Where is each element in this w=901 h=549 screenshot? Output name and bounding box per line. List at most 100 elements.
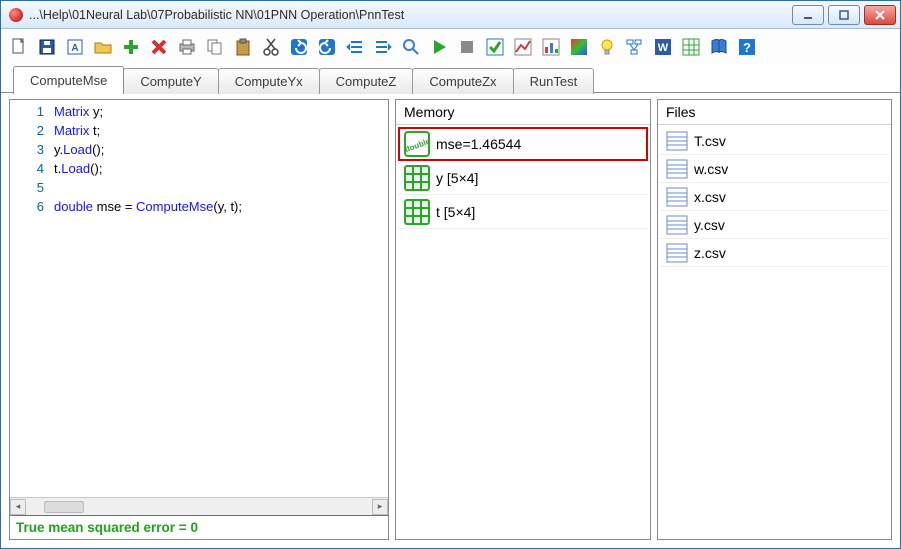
memory-item-label: t [5×4] (436, 204, 475, 220)
toolbar: A W? (1, 29, 900, 63)
save-all-button[interactable]: A (63, 35, 87, 59)
memory-list: double mse=1.46544 y [5×4] t [5×4] (396, 125, 650, 231)
file-item[interactable]: y.csv (660, 211, 889, 239)
memory-header: Memory (396, 100, 650, 125)
code-line: y.Load(); (54, 140, 388, 159)
file-icon (666, 215, 688, 235)
book-icon (709, 37, 729, 57)
memory-item[interactable]: y [5×4] (398, 161, 648, 195)
tab-computezx[interactable]: ComputeZx (412, 68, 513, 94)
stop-button[interactable] (455, 35, 479, 59)
scroll-right-arrow[interactable]: ▸ (372, 499, 388, 515)
copy-button[interactable] (203, 35, 227, 59)
matrix-icon (404, 165, 430, 191)
delete-icon (149, 37, 169, 57)
print-icon (177, 37, 197, 57)
tab-computez[interactable]: ComputeZ (319, 68, 414, 94)
tree-button[interactable] (623, 35, 647, 59)
line-number: 1 (10, 102, 44, 121)
line-number: 2 (10, 121, 44, 140)
paste-button[interactable] (231, 35, 255, 59)
bulb-icon (597, 37, 617, 57)
memory-pane: Memory double mse=1.46544 y [5×4] t [5×4] (395, 99, 651, 540)
undo-button[interactable] (287, 35, 311, 59)
open-button[interactable] (91, 35, 115, 59)
tab-runtest[interactable]: RunTest (513, 68, 595, 94)
new-button[interactable] (7, 35, 31, 59)
chart-bars-button[interactable] (539, 35, 563, 59)
gradient-button[interactable] (567, 35, 591, 59)
undo-icon (289, 37, 309, 57)
chart-line-icon (513, 37, 533, 57)
file-item[interactable]: z.csv (660, 239, 889, 267)
outdent-icon (345, 37, 365, 57)
save-button[interactable] (35, 35, 59, 59)
paste-icon (233, 37, 253, 57)
add-button[interactable] (119, 35, 143, 59)
excel-icon (681, 37, 701, 57)
excel-button[interactable] (679, 35, 703, 59)
redo-button[interactable] (315, 35, 339, 59)
scroll-left-arrow[interactable]: ◂ (10, 499, 26, 515)
run-icon (429, 37, 449, 57)
cut-icon (261, 37, 281, 57)
help-icon: ? (737, 37, 757, 57)
print-button[interactable] (175, 35, 199, 59)
chart-bars-icon (541, 37, 561, 57)
gradient-icon (569, 37, 589, 57)
line-gutter: 123456 (10, 102, 54, 497)
help-button[interactable]: ? (735, 35, 759, 59)
tab-computey[interactable]: ComputeY (123, 68, 218, 94)
matrix-icon (404, 199, 430, 225)
code-pane: 123456 Matrix y;Matrix t;y.Load();t.Load… (9, 99, 389, 540)
minimize-icon (802, 9, 814, 21)
delete-button[interactable] (147, 35, 171, 59)
minimize-button[interactable] (792, 5, 824, 25)
file-item-label: w.csv (694, 161, 728, 177)
svg-text:A: A (71, 43, 78, 54)
close-icon (874, 9, 886, 21)
book-button[interactable] (707, 35, 731, 59)
horizontal-scrollbar[interactable]: ◂ ▸ (10, 497, 388, 515)
run-button[interactable] (427, 35, 451, 59)
file-icon (666, 243, 688, 263)
tab-computemse[interactable]: ComputeMse (13, 66, 124, 94)
tabstrip: ComputeMseComputeYComputeYxComputeZCompu… (1, 63, 900, 93)
word-button[interactable]: W (651, 35, 675, 59)
chart-line-button[interactable] (511, 35, 535, 59)
titlebar: ...\Help\01Neural Lab\07Probabilistic NN… (1, 1, 900, 29)
line-number: 6 (10, 197, 44, 216)
code-lines: Matrix y;Matrix t;y.Load();t.Load();doub… (54, 102, 388, 497)
cut-button[interactable] (259, 35, 283, 59)
file-item[interactable]: w.csv (660, 155, 889, 183)
outdent-button[interactable] (343, 35, 367, 59)
memory-item[interactable]: t [5×4] (398, 195, 648, 229)
file-item[interactable]: T.csv (660, 127, 889, 155)
memory-item[interactable]: double mse=1.46544 (398, 127, 648, 161)
code-line: Matrix y; (54, 102, 388, 121)
file-item-label: x.csv (694, 189, 726, 205)
code-line: Matrix t; (54, 121, 388, 140)
close-button[interactable] (864, 5, 896, 25)
window-buttons (792, 5, 896, 25)
find-button[interactable] (399, 35, 423, 59)
file-icon (666, 131, 688, 151)
code-editor[interactable]: 123456 Matrix y;Matrix t;y.Load();t.Load… (10, 100, 388, 497)
double-icon: double (404, 131, 430, 157)
line-number: 3 (10, 140, 44, 159)
save-icon (37, 37, 57, 57)
maximize-button[interactable] (828, 5, 860, 25)
bulb-button[interactable] (595, 35, 619, 59)
file-item[interactable]: x.csv (660, 183, 889, 211)
tab-computeyx[interactable]: ComputeYx (218, 68, 320, 94)
check-button[interactable] (483, 35, 507, 59)
file-icon (666, 159, 688, 179)
scroll-thumb[interactable] (44, 501, 84, 513)
add-icon (121, 37, 141, 57)
memory-item-label: mse=1.46544 (436, 136, 521, 152)
line-number: 4 (10, 159, 44, 178)
indent-button[interactable] (371, 35, 395, 59)
line-number: 5 (10, 178, 44, 197)
svg-text:W: W (658, 42, 669, 54)
files-list: T.csv w.csv x.csv y.csvz.csv (658, 125, 891, 269)
